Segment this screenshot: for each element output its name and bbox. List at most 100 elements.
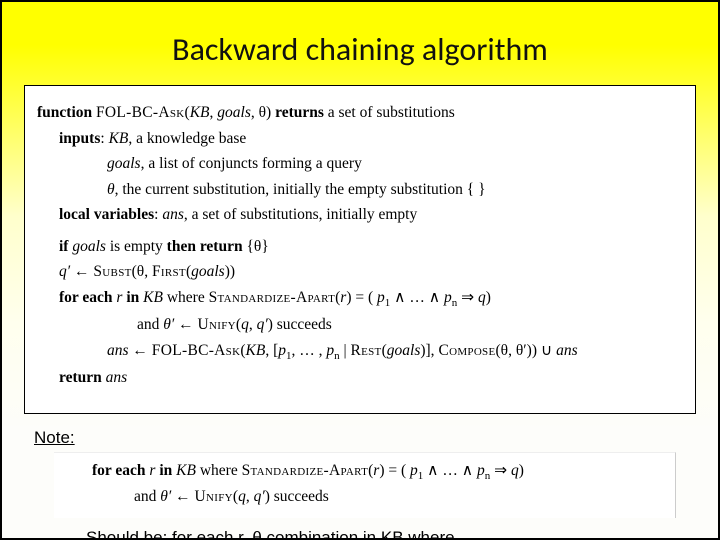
txt-9g: ,	[249, 316, 257, 333]
var-ans2: ans	[107, 342, 129, 359]
kw-function: function	[37, 104, 92, 121]
kw-and: and	[137, 316, 163, 333]
n-conj: ∧ … ∧	[423, 462, 477, 479]
return-theta-set: {θ}	[246, 238, 268, 255]
kw-then-return: then return	[167, 238, 243, 255]
algorithm-box: function FOL-BC-Ask(KB, goals, θ) return…	[24, 85, 696, 414]
fn-first: First	[152, 263, 186, 280]
fn-compose: Compose	[438, 342, 495, 359]
var-ans-desc: , a set of substitutions, initially empt…	[184, 206, 417, 223]
n-assign: ←	[171, 488, 194, 505]
txt-succeeds: ) succeeds	[268, 316, 332, 333]
n-kw-foreach: for each	[92, 462, 146, 479]
n-arg-q: q	[238, 488, 246, 505]
param-kb: KB	[190, 104, 210, 121]
algo-line-7: q′ ← Subst(θ, First(goals))	[37, 259, 683, 285]
algo-line-5: local variables: ans, a set of substitut…	[37, 202, 683, 228]
algo-line-8: for each r in KB where Standardize-Apart…	[37, 285, 683, 312]
algo-line-9: and θ′ ← Unify(q, q′) succeeds	[37, 312, 683, 338]
arg-qprime: q′	[257, 316, 268, 333]
sym-impl: ⇒	[457, 289, 478, 306]
var-kb: KB	[143, 289, 163, 306]
note-label: Note:	[34, 428, 718, 448]
input-goals-desc: , a list of conjuncts forming a query	[141, 155, 362, 172]
input-theta-desc: , the current substitution, initially th…	[115, 181, 486, 198]
algo-line-3: goals, a list of conjuncts forming a que…	[37, 151, 683, 177]
assign-2: ←	[174, 316, 197, 333]
note-line-2: and θ′ ← Unify(q, q′) succeeds	[62, 485, 667, 510]
txt-10r: (θ, θ′)) ∪	[496, 342, 557, 359]
n-p1: p	[410, 462, 418, 479]
fn-rest: Rest	[350, 342, 381, 359]
txt-8q: )	[486, 289, 491, 306]
txt-conj: ∧ … ∧	[390, 289, 444, 306]
algo-line-4: θ, the current substitution, initially t…	[37, 177, 683, 203]
slide: Backward chaining algorithm function FOL…	[0, 0, 720, 540]
algo-line-2: inputs: KB, a knowledge base	[37, 126, 683, 152]
should-be-text: Should be: for each r, θ combination in …	[86, 528, 718, 540]
txt-7h: ))	[225, 263, 235, 280]
n-var-kb: KB	[176, 462, 196, 479]
input-theta: θ	[107, 181, 115, 198]
note-box: for each r in KB where Standardize-Apart…	[54, 452, 676, 518]
kw-if: if	[59, 238, 68, 255]
fn-name: FOL-BC-Ask	[96, 104, 185, 121]
slide-title: Backward chaining algorithm	[2, 2, 718, 79]
n-var-r: r	[149, 462, 155, 479]
n-txt-q: )	[519, 462, 524, 479]
txt-dots: , … ,	[292, 342, 327, 359]
n-thetaprime: θ′	[160, 488, 171, 505]
kw-returns: returns	[275, 104, 324, 121]
input-goals: goals	[107, 155, 141, 172]
fn-subst: Subst	[93, 263, 131, 280]
kw-where: where	[167, 289, 205, 306]
kw-localvars: local variables	[59, 206, 154, 223]
kw-inputs: inputs	[59, 130, 100, 147]
n-fn-unify: Unify	[195, 488, 233, 505]
txt-10f: , [	[265, 342, 278, 359]
assign-3: ←	[129, 342, 152, 359]
n-succeeds: ) succeeds	[265, 488, 329, 505]
n-txt-g2: ,	[246, 488, 254, 505]
sym-pnb: p	[326, 342, 334, 359]
txt-7d: (θ,	[132, 263, 152, 280]
kw-return: return	[59, 369, 102, 386]
fn-standardize: Standardize-Apart	[209, 289, 336, 306]
n-kw-and: and	[134, 488, 160, 505]
txt-10p: )],	[420, 342, 438, 359]
n-txt-i: ) = (	[379, 462, 410, 479]
arg-q: q	[241, 316, 249, 333]
n-impl: ⇒	[490, 462, 511, 479]
sym-p1b: p	[278, 342, 286, 359]
input-kb: KB	[109, 130, 129, 147]
n-q: q	[511, 462, 519, 479]
kw-in: in	[126, 289, 139, 306]
fn-unify: Unify	[198, 316, 236, 333]
cond-goals: goals	[72, 238, 106, 255]
returns-desc: a set of substitutions	[328, 104, 455, 121]
fn-folbcask: FOL-BC-Ask	[152, 342, 241, 359]
var-ans3: ans	[556, 342, 578, 359]
arg-kb: KB	[246, 342, 266, 359]
algo-line-6: if goals is empty then return {θ}	[37, 234, 683, 260]
var-qprime: q′	[59, 263, 70, 280]
var-r: r	[116, 289, 122, 306]
algo-line-10: ans ← FOL-BC-Ask(KB, [p1, … , pn | Rest(…	[37, 338, 683, 365]
txt-bar: |	[340, 342, 351, 359]
n-kw-in: in	[159, 462, 172, 479]
ret-ans: ans	[106, 369, 128, 386]
sym-q: q	[478, 289, 486, 306]
cond-empty: is empty	[110, 238, 163, 255]
arg-goals2: goals	[387, 342, 421, 359]
algo-line-1: function FOL-BC-Ask(KB, goals, θ) return…	[37, 100, 683, 126]
n-fn-standardize: Standardize-Apart	[242, 462, 369, 479]
kw-foreach: for each	[59, 289, 113, 306]
param-goals: goals	[217, 104, 251, 121]
sym-pn: p	[444, 289, 452, 306]
algo-line-11: return ans	[37, 365, 683, 391]
txt-8i: ) = (	[346, 289, 377, 306]
n-kw-where: where	[200, 462, 238, 479]
arg-goals: goals	[191, 263, 225, 280]
n-pn: p	[477, 462, 485, 479]
note-line-1: for each r in KB where Standardize-Apart…	[62, 459, 667, 486]
